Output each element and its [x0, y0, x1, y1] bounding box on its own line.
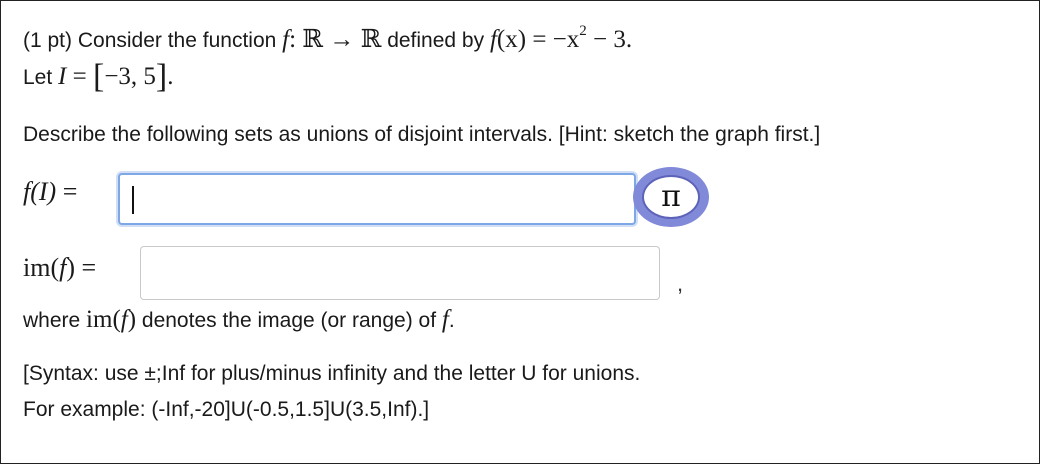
problem-intro: (1 pt) Consider the function f: ℝ → ℝ de… [23, 22, 633, 53]
interval-definition: Let I = [−3, 5]. [23, 58, 174, 95]
instruction-text: Describe the following sets as unions of… [23, 123, 821, 146]
trailing-comma: , [677, 271, 684, 296]
where-note: where im(f) denotes the image (or range)… [23, 306, 455, 333]
syntax-line2: For example: (-Inf,-20]U(-0.5,1.5]U(3.5,… [23, 398, 430, 421]
syntax-line1: [Syntax: use ±;Inf for plus/minus infini… [23, 362, 641, 385]
image-of-I-input[interactable] [118, 173, 636, 225]
text-cursor [132, 186, 134, 214]
problem-panel: (1 pt) Consider the function f: ℝ → ℝ de… [0, 0, 1040, 464]
equation-editor-button[interactable]: π [633, 167, 709, 227]
image-of-f-input[interactable] [140, 246, 660, 300]
answer1-label: f(I) = [23, 177, 78, 206]
pi-icon: π [642, 175, 700, 219]
answer2-label: im(f) = [23, 253, 97, 282]
